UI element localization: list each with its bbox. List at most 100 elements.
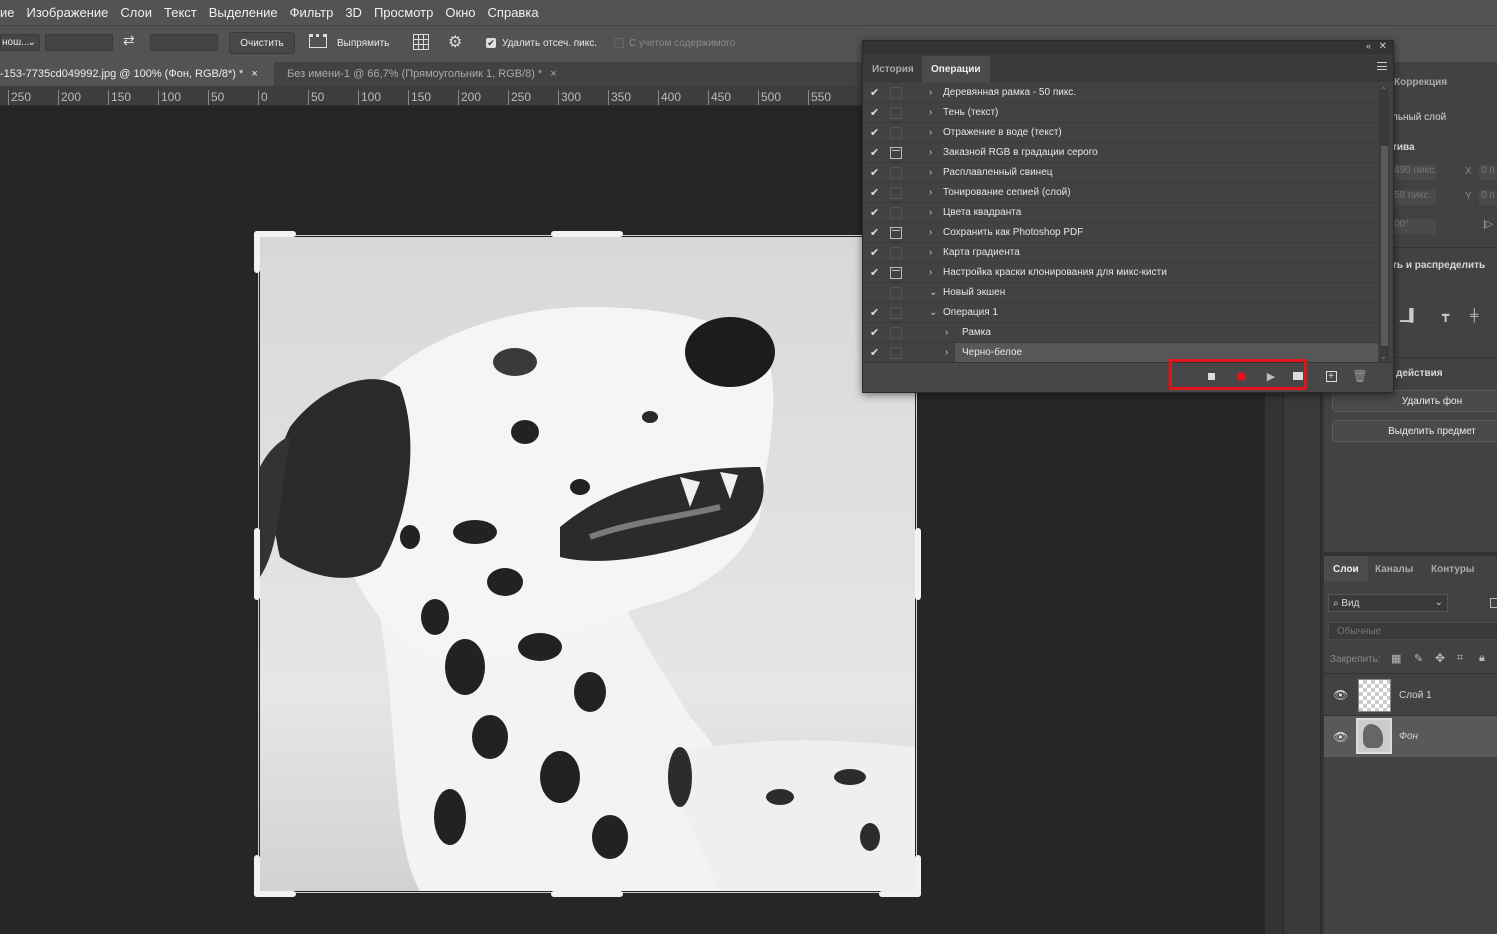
angle-value[interactable]: 00°	[1392, 219, 1436, 234]
layer-row-selected[interactable]: 👁︎ Фон	[1324, 716, 1497, 757]
scrollbar-thumb[interactable]	[1381, 146, 1388, 346]
gear-icon[interactable]: ⚙	[448, 32, 462, 52]
toggle-item-checkmark-icon[interactable]: ✔	[870, 86, 882, 99]
toggle-item-checkmark-icon[interactable]: ✔	[870, 186, 882, 199]
close-icon[interactable]: ✕	[1379, 41, 1387, 52]
panel-tab-adjustments[interactable]: Коррекция	[1394, 77, 1447, 88]
tab-actions[interactable]: Операции	[922, 56, 990, 82]
action-row[interactable]: ✔ › Тонирование сепией (слой)	[863, 183, 1378, 203]
dialog-toggle-empty[interactable]	[890, 287, 902, 299]
dialog-toggle-empty[interactable]	[890, 187, 902, 199]
eye-icon[interactable]: 👁︎	[1333, 688, 1348, 702]
lock-brush-icon[interactable]: ✎	[1414, 652, 1423, 665]
action-row[interactable]: ✔ › Рамка	[863, 323, 1378, 343]
content-aware-checkbox[interactable]	[614, 38, 624, 48]
dialog-toggle-empty[interactable]	[890, 107, 902, 119]
scroll-down-icon[interactable]: ⌄	[1380, 352, 1387, 361]
tab-channels[interactable]: Каналы	[1375, 564, 1413, 575]
toggle-item-checkmark-icon[interactable]: ✔	[870, 326, 882, 339]
record-icon[interactable]	[1234, 369, 1248, 383]
tab-layers[interactable]: Слои	[1324, 556, 1368, 582]
width-input[interactable]	[45, 34, 113, 51]
play-icon[interactable]: ▶	[1264, 369, 1278, 383]
action-row[interactable]: ✔ › Карта градиента	[863, 243, 1378, 263]
flip-icon[interactable]: |▷	[1483, 219, 1493, 230]
y-value[interactable]: 0 п	[1479, 190, 1497, 205]
action-row[interactable]: ✔ › Сохранить как Photoshop PDF	[863, 223, 1378, 243]
clear-button[interactable]: Очистить	[229, 32, 295, 54]
toggle-item-checkmark-icon[interactable]: ✔	[870, 346, 882, 359]
tab-history[interactable]: История	[863, 56, 923, 82]
lock-transparency-icon[interactable]: ▦	[1391, 652, 1401, 665]
panel-title-bar[interactable]: « ✕	[863, 41, 1393, 54]
dialog-toggle-empty[interactable]	[890, 167, 902, 179]
crop-handle-bottom-left[interactable]	[254, 891, 296, 897]
action-row[interactable]: ✔ › Тень (текст)	[863, 103, 1378, 123]
toggle-item-checkmark-icon[interactable]: ✔	[870, 106, 882, 119]
document-tab-active[interactable]: -153-7735cd049992.jpg @ 100% (Фон, RGB/8…	[0, 62, 274, 86]
expand-right-icon[interactable]: ›	[945, 327, 948, 338]
menu-item-filter[interactable]: Фильтр	[290, 5, 334, 20]
close-icon[interactable]: ×	[251, 68, 257, 80]
toggle-item-checkmark-icon[interactable]: ✔	[870, 266, 882, 279]
crop-handle-right[interactable]	[915, 528, 921, 600]
menu-item-3d[interactable]: 3D	[345, 5, 362, 20]
menu-item-select[interactable]: Выделение	[209, 5, 278, 20]
action-row[interactable]: ✔ › Цвета квадранта	[863, 203, 1378, 223]
action-row[interactable]: ✔ ⌄ Операция 1	[863, 303, 1378, 323]
lock-move-icon[interactable]: ✥	[1435, 651, 1445, 665]
expand-right-icon[interactable]: ›	[929, 227, 932, 238]
dialog-toggle-empty[interactable]	[890, 327, 902, 339]
trash-icon[interactable]: 🗑︎	[1352, 369, 1367, 383]
action-row[interactable]: ✔ › Настройка краски клонирования для микс…	[863, 263, 1378, 283]
straighten-button[interactable]: Выпрямить	[337, 38, 389, 49]
stop-icon[interactable]	[1204, 369, 1218, 383]
align-middle-icon[interactable]: ╪	[1470, 308, 1479, 322]
align-bottom-icon[interactable]: ▁▌	[1400, 308, 1418, 322]
dialog-toggle-empty[interactable]	[890, 247, 902, 259]
layer-name[interactable]: Слой 1	[1399, 690, 1432, 701]
x-value[interactable]: 0 п	[1479, 165, 1497, 180]
menu-item-type[interactable]: Текст	[164, 5, 197, 20]
crop-handle-bottom[interactable]	[551, 891, 623, 897]
swap-icon[interactable]: ⇄	[123, 32, 135, 49]
layer-name[interactable]: Фон	[1399, 731, 1418, 742]
grid-overlay-icon[interactable]	[413, 34, 429, 50]
crop-handle-left[interactable]	[254, 528, 260, 600]
dialog-toggle-empty[interactable]	[890, 307, 902, 319]
dialog-toggle-empty[interactable]	[890, 127, 902, 139]
toggle-item-checkmark-icon[interactable]: ✔	[870, 306, 882, 319]
document-tab[interactable]: Без имени-1 @ 66,7% (Прямоугольник 1, RG…	[287, 62, 587, 86]
layer-filter-dropdown[interactable]: ⌕ Вид ⌄	[1328, 594, 1448, 612]
filter-toggle-icon[interactable]	[1490, 598, 1497, 608]
crop-handle-top[interactable]	[551, 231, 623, 237]
new-action-icon[interactable]: +	[1324, 369, 1338, 383]
dialog-toggle-icon[interactable]	[890, 227, 902, 239]
blend-mode-dropdown[interactable]: Обычные	[1328, 622, 1497, 640]
expand-right-icon[interactable]: ›	[929, 107, 932, 118]
select-subject-button[interactable]: Выделить предмет	[1332, 420, 1497, 442]
dialog-toggle-icon[interactable]	[890, 147, 902, 159]
menu-item-image[interactable]: Изображение	[27, 5, 109, 20]
action-row[interactable]: ✔ › Расплавленный свинец	[863, 163, 1378, 183]
menu-item-help[interactable]: Справка	[488, 5, 539, 20]
expand-right-icon[interactable]: ›	[929, 187, 932, 198]
expand-right-icon[interactable]: ›	[929, 267, 932, 278]
lock-artboard-icon[interactable]: ⌗	[1457, 652, 1463, 665]
eye-icon[interactable]: 👁︎	[1333, 730, 1348, 744]
toggle-item-checkmark-icon[interactable]: ✔	[870, 146, 882, 159]
width-value[interactable]: 490 пикс.	[1392, 165, 1437, 180]
crop-handle-bottom-left[interactable]	[254, 855, 260, 897]
panel-menu-icon[interactable]	[1377, 62, 1387, 70]
collapse-icon[interactable]: «	[1366, 41, 1371, 51]
menu-item-window[interactable]: Окно	[445, 5, 475, 20]
tab-paths[interactable]: Контуры	[1431, 564, 1474, 575]
menu-item-layers[interactable]: Слои	[120, 5, 152, 20]
dialog-toggle-icon[interactable]	[890, 267, 902, 279]
lock-all-icon[interactable]: 🔒︎	[1479, 652, 1485, 665]
expand-right-icon[interactable]: ›	[945, 347, 948, 358]
expand-down-icon[interactable]: ⌄	[929, 307, 937, 318]
delete-cropped-checkbox[interactable]: ✔	[486, 38, 496, 48]
layer-row[interactable]: 👁︎ Слой 1	[1324, 675, 1497, 716]
crop-handle-top-left[interactable]	[254, 231, 260, 273]
